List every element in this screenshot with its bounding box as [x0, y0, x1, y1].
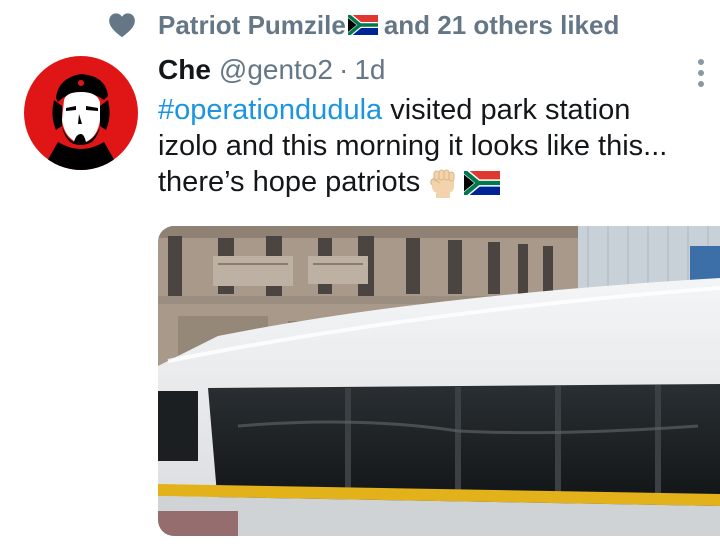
raised-fist-emoji	[430, 169, 455, 199]
social-context[interactable]: Patriot Pumzile and 21 others liked	[108, 8, 619, 42]
south-africa-flag-icon	[347, 15, 378, 35]
user-handle[interactable]: @gento2	[219, 54, 333, 86]
hashtag-link[interactable]: #operationdudula	[158, 94, 382, 126]
tweet-line-3-text: there’s hope patriots	[158, 166, 421, 198]
display-name[interactable]: Che	[158, 54, 211, 86]
liker-name[interactable]: Patriot Pumzile	[158, 10, 384, 41]
liked-count-text: and 21 others liked	[383, 9, 620, 40]
media-image-minibus-taxi	[158, 226, 720, 536]
tweet-media[interactable]	[158, 226, 720, 536]
liker-name-label: Patriot Pumzile	[158, 9, 346, 40]
tweet-line-1: #operationdudula visited park station	[158, 92, 718, 128]
tweet-line-1-text: visited park station	[382, 94, 631, 126]
heart-icon	[109, 13, 135, 38]
social-context-text: Patriot Pumzile and 21 others liked	[158, 10, 619, 41]
emoji-row	[426, 167, 506, 199]
timestamp[interactable]: 1d	[354, 54, 385, 86]
tweet-line-3: there’s hope patriots	[158, 164, 718, 200]
separator-dot: ·	[338, 54, 349, 85]
avatar-image	[24, 56, 138, 170]
avatar[interactable]	[24, 56, 138, 170]
tweet-text: #operationdudula visited park station iz…	[158, 92, 718, 200]
tweet-header: Che @gento2 · 1d	[158, 54, 660, 88]
tweet-line-2: izolo and this morning it looks like thi…	[158, 130, 668, 162]
south-africa-flag-emoji	[464, 171, 501, 196]
more-options-icon[interactable]	[694, 58, 708, 88]
